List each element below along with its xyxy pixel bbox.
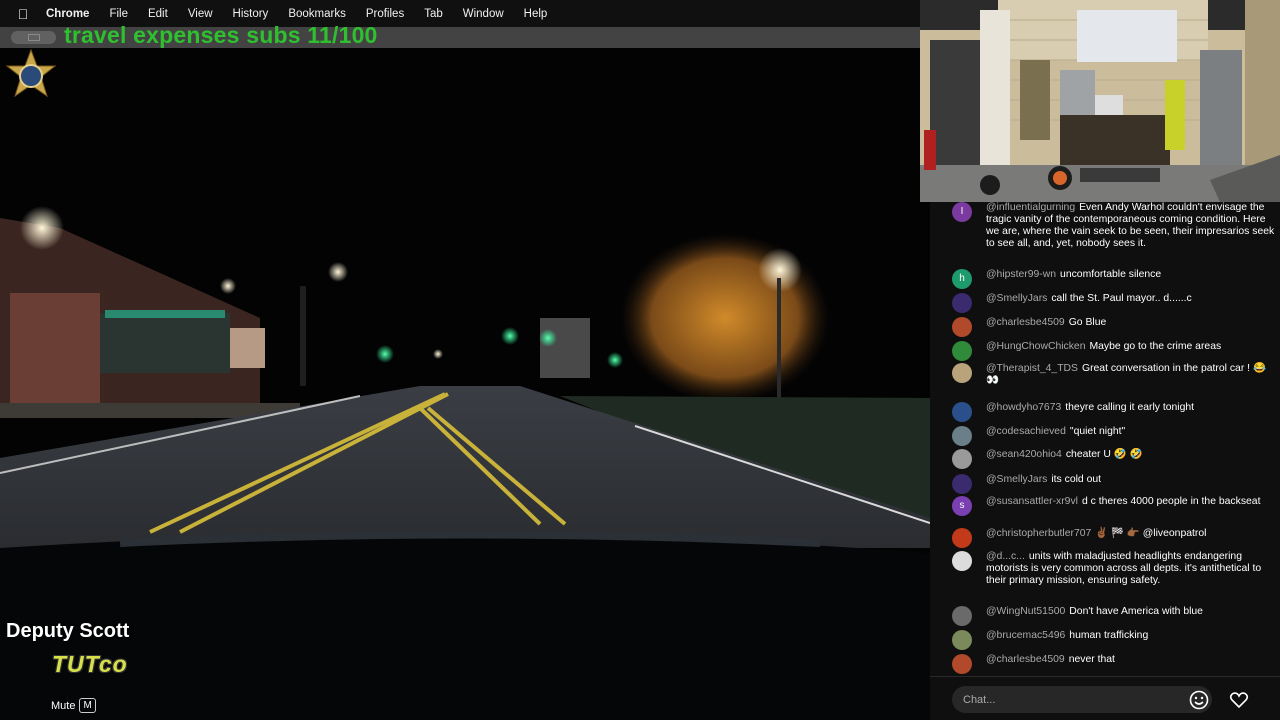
live-chat-panel: I @influentialgurning Even Andy Warhol co…: [930, 202, 1280, 720]
chat-username[interactable]: @codesachieved: [986, 426, 1066, 437]
chat-username[interactable]: @christopherbutler707: [986, 528, 1091, 539]
avatar[interactable]: [952, 402, 972, 422]
apple-icon[interactable]: : [0, 6, 46, 22]
chat-username[interactable]: @influentialgurning: [986, 202, 1075, 213]
avatar[interactable]: I: [952, 202, 972, 222]
avatar[interactable]: [952, 317, 972, 337]
chat-text: Don't have America with blue: [1069, 606, 1203, 617]
chat-text: human trafficking: [1069, 630, 1149, 641]
chat-username[interactable]: @SmellyJars: [986, 474, 1047, 485]
chat-text: "quiet night": [1069, 426, 1126, 437]
tutco-logo-text: TUTco: [52, 651, 128, 677]
chat-username[interactable]: @SmellyJars: [986, 293, 1047, 304]
chat-input-bar: [930, 676, 1280, 720]
chat-text: Go Blue: [1068, 317, 1107, 328]
avatar[interactable]: [952, 449, 972, 469]
menu-chrome[interactable]: Chrome: [46, 8, 99, 20]
menu-view[interactable]: View: [178, 8, 223, 20]
sheriff-badge-icon: [5, 48, 57, 98]
overlay-toggle[interactable]: [11, 31, 56, 44]
menu-window[interactable]: Window: [453, 8, 514, 20]
chat-text: call the St. Paul mayor.. d......c: [1051, 293, 1192, 304]
subscriber-goal-banner: travel expenses subs 11/100: [64, 22, 378, 48]
avatar[interactable]: [952, 606, 972, 626]
webcam-feed: [920, 0, 1280, 202]
menu-tab[interactable]: Tab: [414, 8, 453, 20]
mute-hint[interactable]: Mute M: [51, 698, 96, 713]
chat-text: never that: [1068, 654, 1115, 665]
avatar[interactable]: [952, 654, 972, 674]
chat-username[interactable]: @charlesbe4509: [986, 317, 1065, 328]
dashcam-video[interactable]: Deputy Scott TUTco Mute M: [0, 48, 930, 720]
chat-message-list[interactable]: I @influentialgurning Even Andy Warhol co…: [930, 202, 1280, 676]
chat-username[interactable]: @charlesbe4509: [986, 654, 1065, 665]
chat-text: d c theres 4000 people in the backseat: [1081, 496, 1261, 507]
menu-file[interactable]: File: [99, 8, 138, 20]
chat-text: Maybe go to the crime areas: [1089, 341, 1222, 352]
avatar[interactable]: h: [952, 269, 972, 289]
deputy-name-label: Deputy Scott: [6, 620, 130, 642]
chat-text: cheater U 🤣 🤣: [1065, 449, 1143, 460]
menu-help[interactable]: Help: [514, 8, 558, 20]
avatar[interactable]: [952, 528, 972, 548]
chat-username[interactable]: @hipster99-wn: [986, 269, 1056, 280]
station-room-scene: [920, 0, 1280, 202]
chat-username[interactable]: @HungChowChicken: [986, 341, 1086, 352]
chat-username[interactable]: @howdyho7673: [986, 402, 1061, 413]
chat-text: units with maladjusted headlights endang…: [986, 551, 1262, 586]
menu-profiles[interactable]: Profiles: [356, 8, 414, 20]
chat-username[interactable]: @WingNut51500: [986, 606, 1065, 617]
avatar[interactable]: [952, 551, 972, 571]
night-road-scene: [0, 48, 930, 720]
avatar[interactable]: [952, 630, 972, 650]
chat-username[interactable]: @susansattler-xr9vl: [986, 496, 1078, 507]
avatar[interactable]: [952, 474, 972, 494]
chat-username[interactable]: @d...c...: [986, 551, 1025, 562]
avatar[interactable]: [952, 426, 972, 446]
chat-text: theyre calling it early tonight: [1065, 402, 1195, 413]
chat-text: uncomfortable silence: [1060, 269, 1162, 280]
mute-key: M: [79, 698, 96, 713]
mute-label: Mute: [51, 699, 76, 712]
chat-username[interactable]: @sean420ohio4: [986, 449, 1062, 460]
avatar[interactable]: [952, 341, 972, 361]
chat-username[interactable]: @Therapist_4_TDS: [986, 363, 1078, 374]
avatar[interactable]: s: [952, 496, 972, 516]
menu-history[interactable]: History: [223, 8, 279, 20]
emoji-icon[interactable]: [1188, 689, 1210, 711]
heart-icon[interactable]: [1228, 689, 1250, 711]
chat-input[interactable]: [952, 686, 1212, 713]
avatar[interactable]: [952, 363, 972, 383]
chat-username[interactable]: @brucemac5496: [986, 630, 1065, 641]
menu-edit[interactable]: Edit: [138, 8, 178, 20]
chat-text: its cold out: [1051, 474, 1102, 485]
avatar[interactable]: [952, 293, 972, 313]
chat-text: ✌🏾 🏁 👉🏾 @liveonpatrol: [1095, 528, 1207, 539]
menu-bookmarks[interactable]: Bookmarks: [278, 8, 356, 20]
